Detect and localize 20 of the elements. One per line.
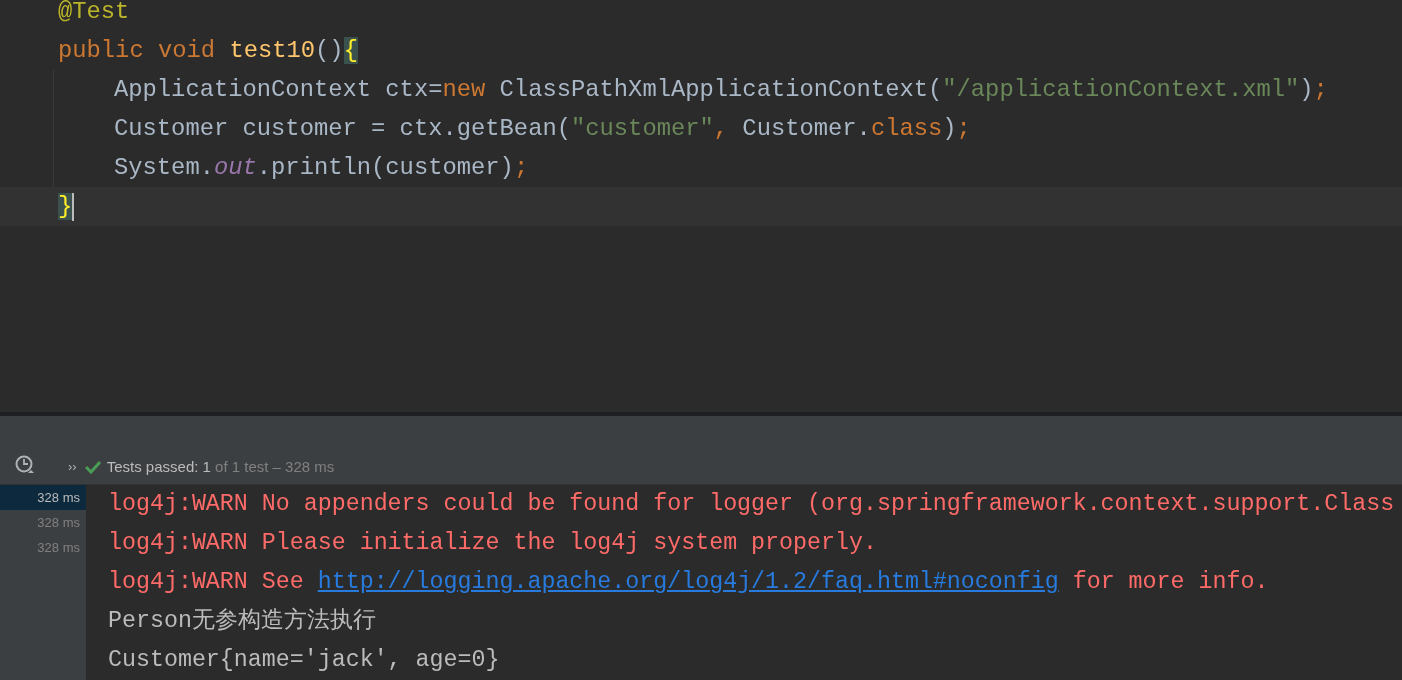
test-status: Tests passed: 1 of 1 test – 328 ms	[106, 457, 335, 477]
console-line: Person无参构造方法执行	[108, 608, 376, 634]
console-line: log4j:WARN Please initialize the log4j system properly.	[108, 530, 877, 556]
console-text: for more info.	[1071, 569, 1269, 595]
code-line: public void test10(){	[58, 37, 358, 64]
test-duration[interactable]: 328 ms	[0, 535, 86, 560]
text-cursor	[72, 192, 75, 221]
test-duration[interactable]: 328 ms	[0, 485, 86, 510]
console-link[interactable]: http://logging.apache.org/log4j/1.2/faq.html#noconfig	[317, 569, 1059, 595]
console-line: Customer{name='jack', age=0}	[108, 647, 500, 673]
code-line: Customer customer = ctx.getBean("customer", Customer.class);	[114, 115, 971, 142]
code-line: @Test	[58, 0, 130, 25]
test-duration[interactable]: 328 ms	[0, 510, 86, 535]
console-text: log4j:WARN See	[108, 569, 305, 595]
check-icon	[84, 460, 101, 474]
code-line: System.out.println(customer);	[114, 154, 529, 181]
code-line: ApplicationContext ctx=new ClassPathXmlApplicationContext("/applicationContext.xml");	[114, 76, 1328, 103]
expand-icon[interactable]: ››	[68, 457, 77, 477]
history-icon[interactable]	[14, 454, 36, 476]
console-line: log4j:WARN No appenders could be found for logger (org.springframework.context.support.Class	[108, 491, 1395, 517]
